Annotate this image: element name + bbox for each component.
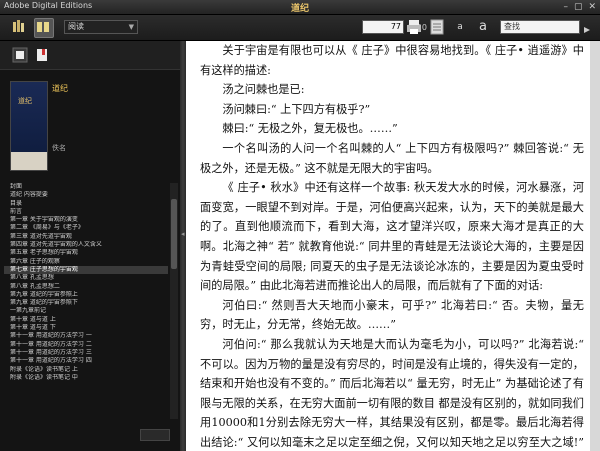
window-book-title: 道纪	[290, 4, 309, 14]
book-author: 佚名	[52, 144, 66, 152]
paragraph: 河伯问:“ 那么我就认为天地是大而认为毫毛为小，可以吗?” 北海若说:“ 不可以…	[200, 337, 584, 449]
reading-view-icon[interactable]	[34, 18, 54, 38]
toc-item[interactable]: 附录《论语》读书笔记 中	[4, 374, 168, 382]
toc-item[interactable]: 第九章 道纪的宇宙参照上	[4, 291, 168, 299]
toc-item[interactable]: 第十一章 用道纪的方法学习 三	[4, 349, 168, 357]
library-view-icon[interactable]	[10, 18, 28, 36]
toolbar: 阅读 ▼ 77 / 220 a a 查找	[0, 15, 600, 41]
toc-item[interactable]: 第四章 道对先道宇宙观的人文含义	[4, 241, 168, 249]
maximize-button[interactable]: ▢	[574, 2, 583, 12]
book-info-panel: 道纪 道纪 佚名	[0, 73, 180, 177]
close-button[interactable]: ✕	[588, 2, 596, 12]
sidebar-options-button[interactable]	[140, 429, 170, 441]
window-controls: – ▢ ✕	[563, 2, 596, 12]
toc-scrollbar[interactable]	[170, 183, 178, 419]
font-increase-button[interactable]: a	[474, 18, 492, 36]
toc-scrollbar-thumb[interactable]	[171, 199, 177, 269]
toc-item[interactable]: 第十章 道与道 上	[4, 316, 168, 324]
toc-item[interactable]: 第八章 孔孟思想二	[4, 283, 168, 291]
toc-item[interactable]: 第六章 庄子的观察	[4, 258, 168, 266]
paragraph: 棘曰:“ 无极之外，复无极也。……”	[222, 122, 398, 136]
paragraph: 汤之问棘也是已:	[222, 83, 305, 97]
reading-mode-value: 阅读	[68, 22, 84, 31]
sidebar: 道纪 道纪 佚名 封面 道纪 内容提要 目录 前言 第一章 关于宇宙观的演变 第…	[0, 41, 180, 451]
search-input[interactable]: 查找	[500, 20, 580, 34]
toc-tab-icon[interactable]	[12, 47, 28, 63]
toc-item[interactable]: 第一章 关于宇宙观的演变	[4, 216, 168, 224]
paragraph: 关于宇宙是有限也可以从《 庄子》中很容易地找到。《 庄子• 逍遥游》中有这样的描…	[200, 44, 584, 77]
minimize-button[interactable]: –	[563, 2, 568, 12]
toc-item[interactable]: 附录《论语》读书笔记 上	[4, 366, 168, 374]
table-of-contents: 封面 道纪 内容提要 目录 前言 第一章 关于宇宙观的演变 第二章 《周易》与《…	[4, 183, 168, 419]
toc-item[interactable]: 第十一章 用道纪的方法学习 一	[4, 332, 168, 340]
toc-item[interactable]: 第五章 老子思想的宇宙观	[4, 249, 168, 257]
toc-item[interactable]: 第九章 道纪的宇宙参照下	[4, 299, 168, 307]
content-scrollbar[interactable]	[590, 41, 600, 451]
reading-pane: 关于宇宙是有限也可以从《 庄子》中很容易地找到。《 庄子• 逍遥游》中有这样的描…	[186, 41, 590, 451]
toc-item[interactable]: 道纪 内容提要	[4, 191, 168, 199]
bookmarks-tab-icon[interactable]	[34, 47, 50, 63]
paragraph: 河伯曰:“ 然则吾大天地而小豪末，可乎?” 北海若曰:“ 否。夫物，量无穷，时无…	[200, 298, 584, 332]
sidebar-tabs	[0, 41, 180, 70]
toc-item[interactable]: 第八章 孔孟思想	[4, 274, 168, 282]
font-decrease-button[interactable]: a	[451, 18, 469, 36]
paragraph: 汤问棘曰:“ 上下四方有极乎?”	[222, 102, 371, 116]
book-title: 道纪	[52, 84, 68, 93]
reading-mode-select[interactable]: 阅读 ▼	[64, 20, 138, 34]
toc-item[interactable]: 封面	[4, 183, 168, 191]
toc-item[interactable]: 前言	[4, 208, 168, 216]
cover-title: 道纪	[18, 97, 32, 105]
chevron-down-icon: ▼	[128, 23, 134, 31]
cover-footer	[11, 152, 47, 170]
toc-item[interactable]: 第十一章 用道纪的方法学习 四	[4, 357, 168, 365]
toc-item[interactable]: 第十章 道与道 下	[4, 324, 168, 332]
toc-item-selected[interactable]: 第七章 庄子思想的宇宙观	[4, 265, 168, 275]
toc-item[interactable]: 第二章 《周易》与《老子》	[4, 224, 168, 232]
paragraph: 《 庄子• 秋水》中还有这样一个故事: 秋天发大水的时候，河水暴涨，河面变宽，一…	[200, 181, 584, 293]
fit-page-icon[interactable]	[428, 18, 446, 36]
paragraph: 一个名叫汤的人问一个名叫棘的人“ 上下四方有极限吗?” 棘回答说:“ 无极之外，…	[200, 141, 584, 175]
book-cover: 道纪	[10, 81, 48, 171]
toc-item[interactable]: 一第九章前记	[4, 307, 168, 315]
collapse-arrow-icon[interactable]: ◂	[181, 230, 185, 238]
toc-item[interactable]: 第三章 道对先道宇宙观	[4, 233, 168, 241]
toc-item[interactable]: 目录	[4, 200, 168, 208]
print-icon[interactable]	[405, 18, 423, 36]
page-number-input[interactable]: 77	[362, 20, 404, 34]
title-bar: Adobe Digital Editions 道纪 – ▢ ✕	[0, 0, 600, 15]
toc-item[interactable]: 第十一章 用道纪的方法学习 二	[4, 341, 168, 349]
search-icon[interactable]	[582, 21, 592, 33]
